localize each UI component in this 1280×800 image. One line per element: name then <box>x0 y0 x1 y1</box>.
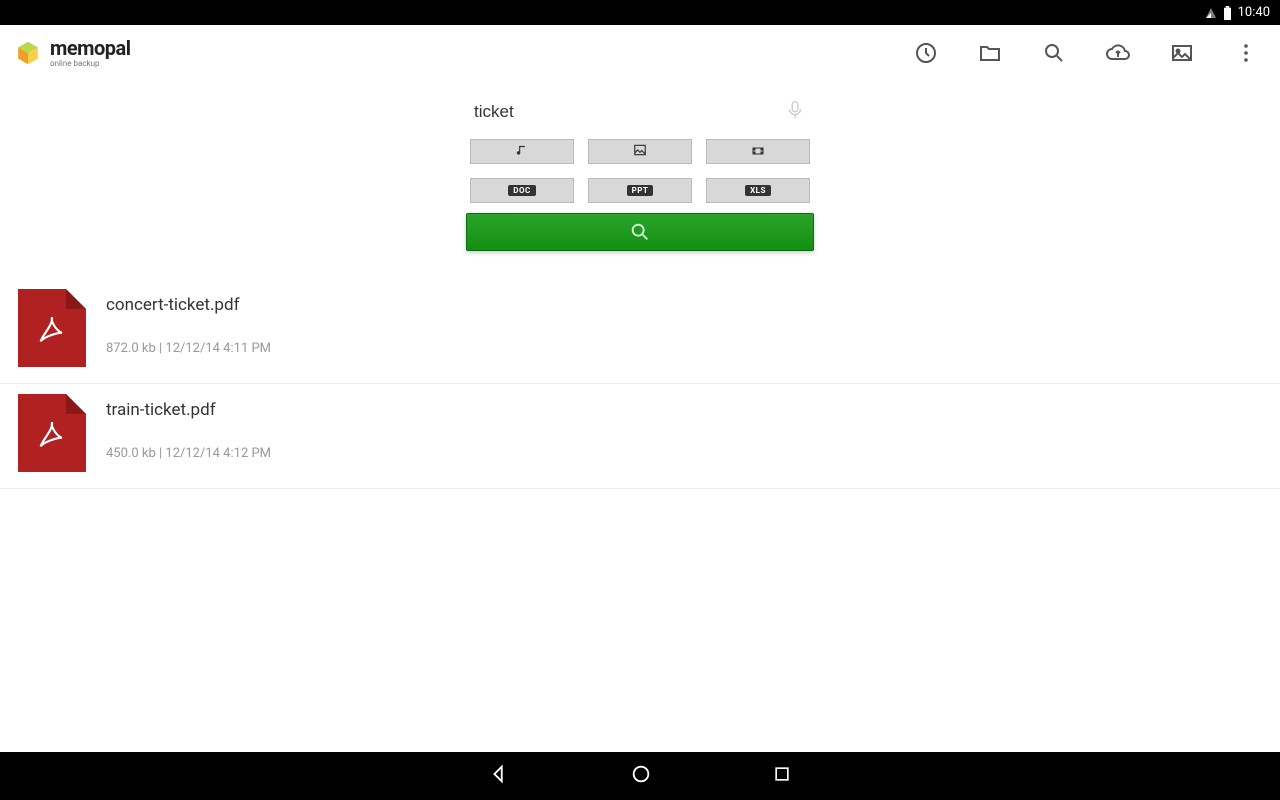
ppt-badge: PPT <box>627 185 654 196</box>
filter-grid: DOC PPT XLS <box>470 139 810 203</box>
search-panel: DOC PPT XLS <box>0 81 1280 251</box>
home-button[interactable] <box>630 763 652 789</box>
list-item[interactable]: concert-ticket.pdf 872.0 kb | 12/12/14 4… <box>0 279 1280 384</box>
pdf-icon <box>18 394 86 472</box>
android-status-bar: 10:40 <box>0 0 1280 25</box>
file-name: train-ticket.pdf <box>106 400 271 420</box>
recents-button[interactable] <box>772 764 792 788</box>
list-item[interactable]: train-ticket.pdf 450.0 kb | 12/12/14 4:1… <box>0 384 1280 489</box>
status-time: 10:40 <box>1238 5 1270 20</box>
search-button[interactable] <box>466 213 814 251</box>
search-icon[interactable] <box>1042 41 1066 65</box>
file-meta: 872.0 kb | 12/12/14 4:11 PM <box>106 341 271 356</box>
file-name: concert-ticket.pdf <box>106 295 271 315</box>
pdf-icon <box>18 289 86 367</box>
cube-icon <box>14 39 42 67</box>
search-input-row <box>466 93 814 131</box>
music-note-icon <box>515 142 529 161</box>
cloud-upload-icon[interactable] <box>1106 41 1130 65</box>
video-icon <box>750 142 766 161</box>
brand-name: memopal <box>50 38 130 58</box>
filter-doc[interactable]: DOC <box>470 178 574 203</box>
brand-tagline: online backup <box>50 60 130 68</box>
filter-image[interactable] <box>588 139 692 164</box>
gallery-icon[interactable] <box>1170 41 1194 65</box>
folder-icon[interactable] <box>978 41 1002 65</box>
filter-video[interactable] <box>706 139 810 164</box>
doc-badge: DOC <box>508 185 535 196</box>
recent-icon[interactable] <box>914 41 938 65</box>
search-input[interactable] <box>474 102 784 122</box>
xls-badge: XLS <box>745 185 771 196</box>
mic-icon[interactable] <box>784 99 806 125</box>
app-bar: memopal online backup <box>0 25 1280 81</box>
magnify-icon <box>629 221 651 243</box>
back-button[interactable] <box>488 763 510 789</box>
file-meta: 450.0 kb | 12/12/14 4:12 PM <box>106 446 271 461</box>
results-list: concert-ticket.pdf 872.0 kb | 12/12/14 4… <box>0 279 1280 489</box>
overflow-menu-icon[interactable] <box>1234 41 1258 65</box>
filter-xls[interactable]: XLS <box>706 178 810 203</box>
image-icon <box>632 142 648 161</box>
signal-icon <box>1205 7 1217 19</box>
app-logo[interactable]: memopal online backup <box>14 38 130 68</box>
filter-music[interactable] <box>470 139 574 164</box>
filter-ppt[interactable]: PPT <box>588 178 692 203</box>
battery-icon <box>1223 6 1232 20</box>
android-nav-bar <box>0 752 1280 800</box>
